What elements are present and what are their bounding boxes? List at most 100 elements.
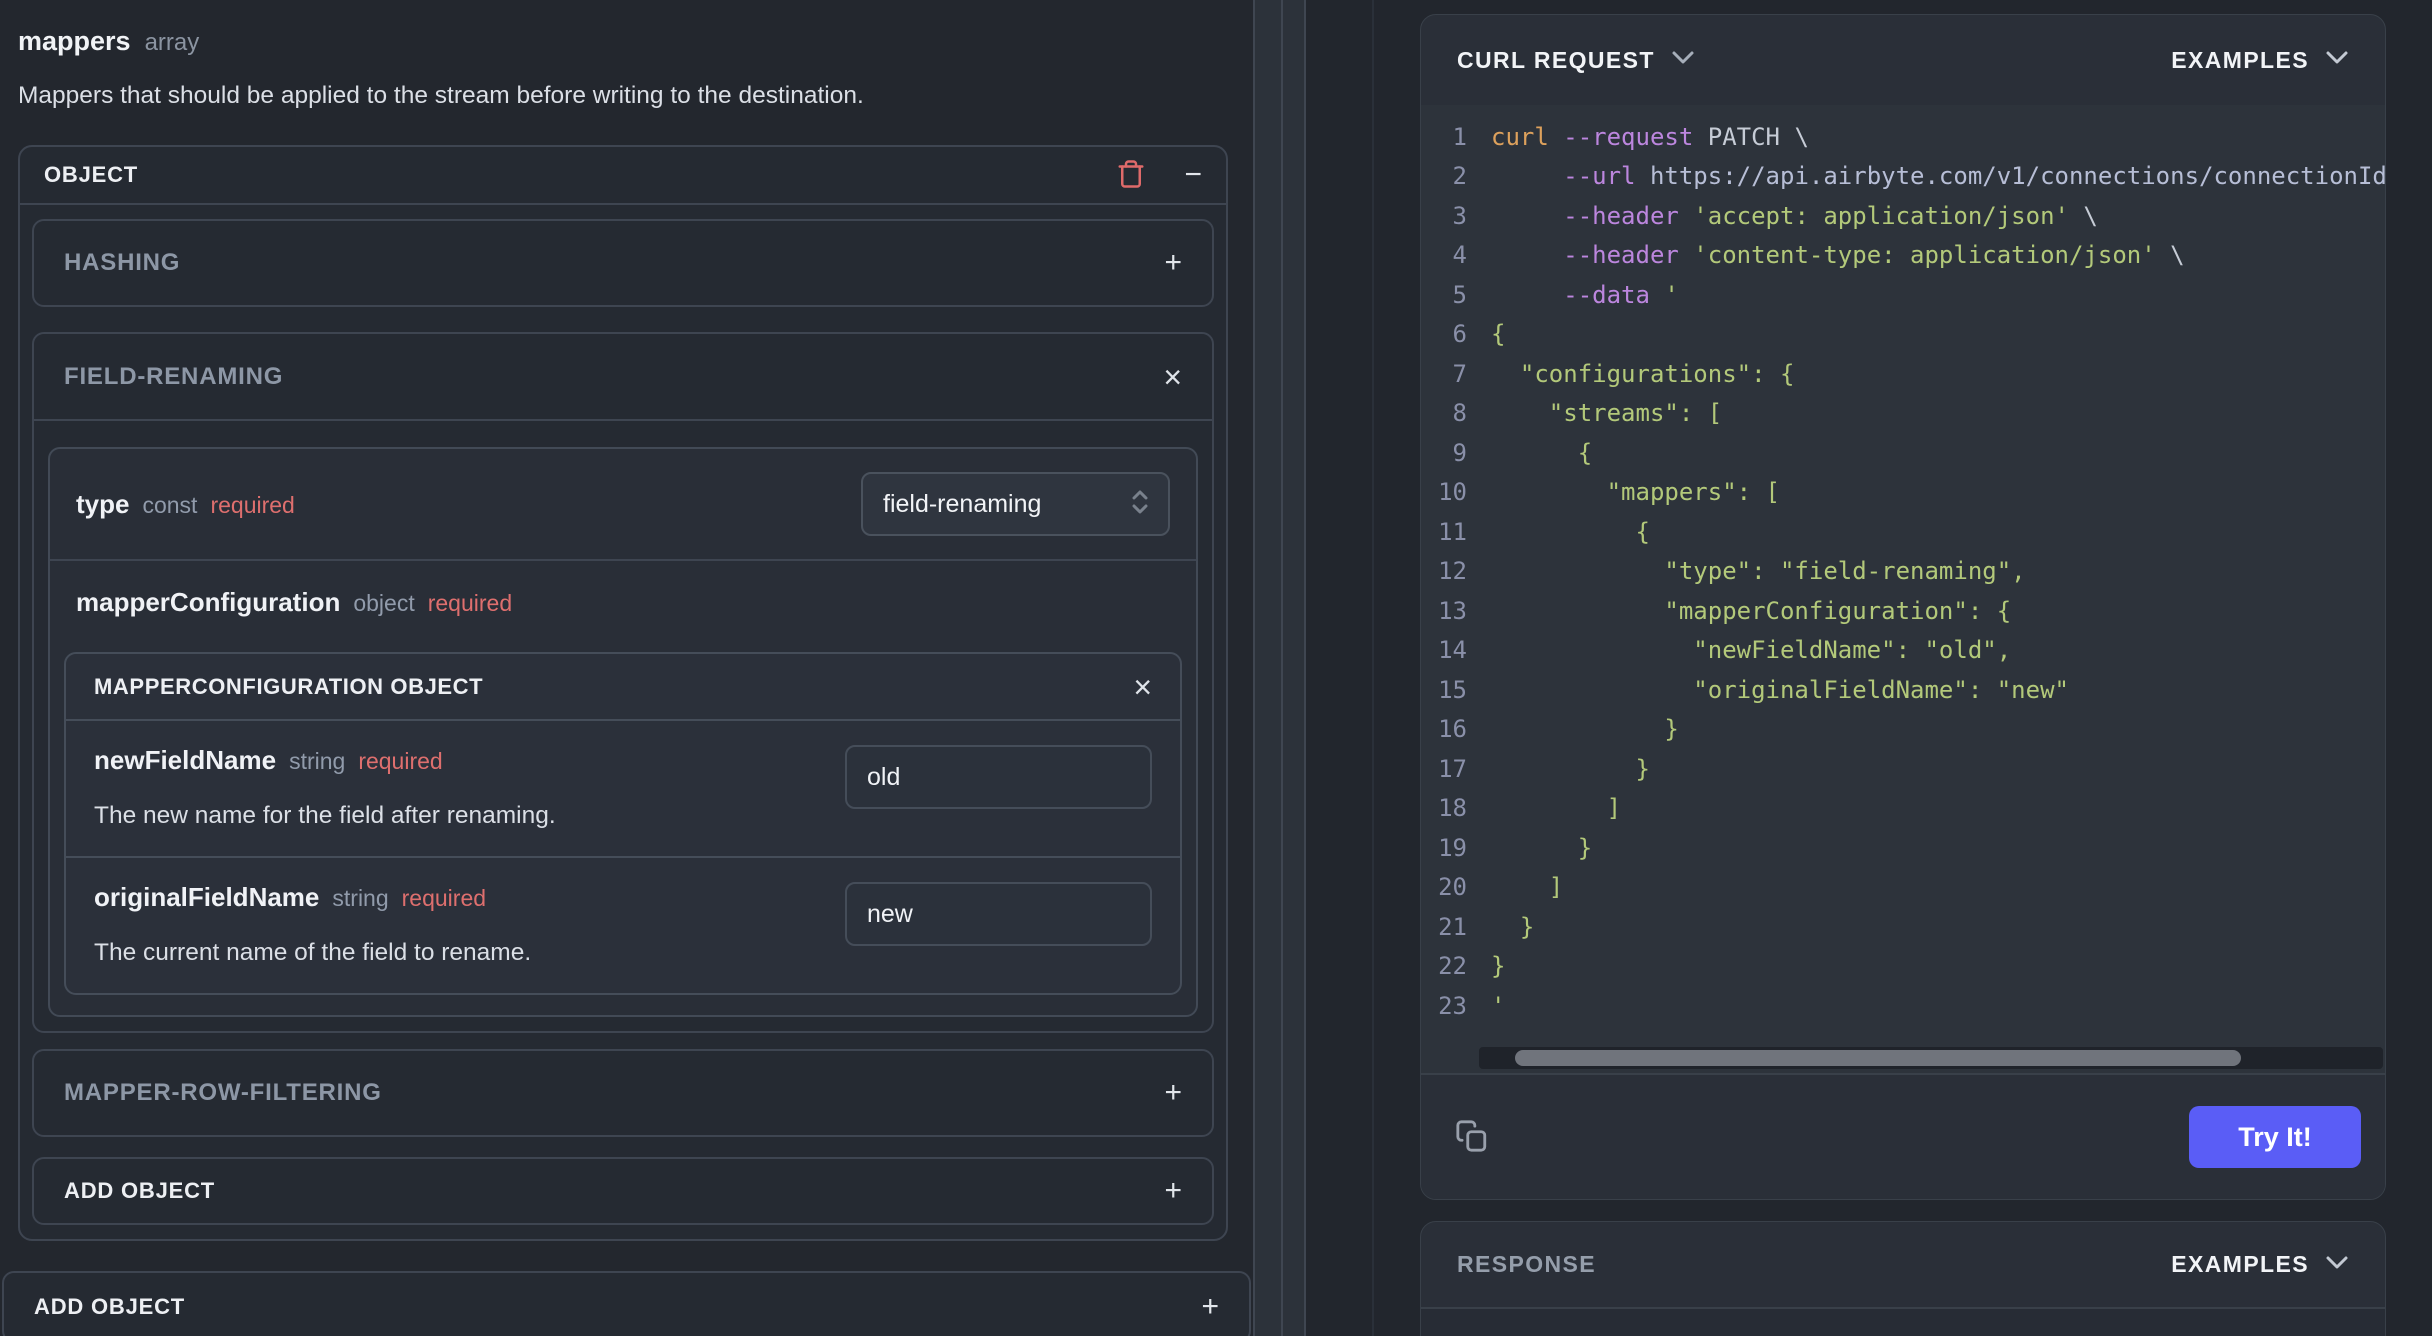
code-line: 23 '	[1421, 986, 2385, 1026]
mapper-configuration-fields: newFieldName string required The new name f…	[66, 721, 1180, 993]
schema-field-info: originalFieldName string required The curre…	[94, 882, 845, 967]
object-card: OBJECT − HASHING + FIELD-RENAMING × type…	[18, 145, 1228, 1241]
mapper-configuration-object-header: MAPPERCONFIGURATION OBJECT ×	[66, 654, 1180, 721]
code-line: 19 }	[1421, 828, 2385, 868]
object-card-body: HASHING + FIELD-RENAMING × type const re…	[20, 205, 1226, 1239]
section-mapper-row-filtering[interactable]: MAPPER-ROW-FILTERING +	[32, 1049, 1214, 1137]
code-line: 21 }	[1421, 907, 2385, 947]
add-object-button-outer[interactable]: ADD OBJECT +	[2, 1271, 1251, 1336]
type-select[interactable]: field-renaming	[861, 472, 1170, 536]
field-type-badge: array	[144, 29, 200, 56]
line-number: 14	[1438, 636, 1467, 665]
response-body	[1421, 1309, 2385, 1336]
schema-editor-pane: mappers array Mappers that should be app…	[0, 0, 1253, 1336]
curl-request-title: CURL REQUEST	[1457, 46, 1655, 73]
schema-field-kind: string	[289, 748, 346, 774]
select-chevrons-icon	[1128, 487, 1152, 522]
line-number: 21	[1438, 912, 1467, 941]
code-line: 7 "configurations": {	[1421, 354, 2385, 394]
chevron-down-icon	[2325, 50, 2349, 70]
type-field-required: required	[210, 491, 295, 518]
schema-field-info: newFieldName string required The new name f…	[94, 745, 845, 830]
response-header: RESPONSE EXAMPLES	[1421, 1222, 2385, 1309]
field-heading: mappers array	[18, 26, 1228, 57]
delete-object-button[interactable]	[1116, 158, 1146, 193]
code-line: 8 "streams": [	[1421, 394, 2385, 434]
horizontal-scrollbar	[1479, 1047, 2383, 1069]
originalFieldName-input[interactable]	[845, 882, 1152, 946]
line-number: 2	[1452, 162, 1467, 191]
code-line: 17 }	[1421, 749, 2385, 789]
close-icon[interactable]: ×	[1163, 361, 1182, 393]
line-number: 5	[1452, 280, 1467, 309]
mapper-configuration-row: mapperConfiguration object required	[50, 561, 1196, 618]
section-hashing[interactable]: HASHING +	[32, 219, 1214, 307]
language-selector[interactable]: CURL REQUEST	[1457, 47, 1695, 74]
line-number: 8	[1452, 399, 1467, 428]
code-line: 5 --data '	[1421, 275, 2385, 315]
type-field-row: type const required field-renaming	[50, 449, 1196, 561]
plus-icon[interactable]: +	[1164, 1176, 1182, 1206]
add-object-outer-label: ADD OBJECT	[34, 1294, 186, 1319]
schema-field-name: newFieldName	[94, 745, 277, 775]
schema-field-kind: string	[332, 885, 389, 911]
code-editor[interactable]: 1 curl --request PATCH \ 2 --url https://a…	[1421, 105, 2385, 1073]
response-title: RESPONSE	[1457, 1251, 1597, 1277]
examples-label: EXAMPLES	[2171, 1251, 2309, 1277]
copy-code-button[interactable]	[1455, 1119, 1489, 1156]
code-line: 18 ]	[1421, 789, 2385, 829]
plus-icon[interactable]: +	[1201, 1292, 1219, 1322]
line-number: 6	[1452, 320, 1467, 349]
field-renaming-body: type const required field-renaming mappe…	[34, 421, 1212, 1031]
code-line: 6{	[1421, 315, 2385, 355]
plus-icon[interactable]: +	[1164, 248, 1182, 278]
mapper-configuration-name: mapperConfiguration	[76, 587, 341, 617]
line-number: 16	[1438, 715, 1467, 744]
field-renaming-header[interactable]: FIELD-RENAMING ×	[34, 334, 1212, 421]
request-examples-dropdown[interactable]: EXAMPLES	[2171, 47, 2349, 74]
mapper-configuration-required: required	[427, 590, 513, 616]
line-number: 22	[1438, 952, 1467, 981]
line-number: 12	[1438, 557, 1467, 586]
line-number: 13	[1438, 596, 1467, 625]
schema-field-description: The current name of the field to rename.	[94, 939, 532, 966]
line-number: 3	[1452, 201, 1467, 230]
code-line: 14 "newFieldName": "old",	[1421, 631, 2385, 671]
chevron-down-icon	[2325, 1255, 2349, 1275]
schema-field-row: newFieldName string required The new name f…	[66, 721, 1180, 856]
type-select-value: field-renaming	[883, 489, 1042, 518]
schema-field-required: required	[401, 885, 487, 911]
horizontal-scrollbar-thumb[interactable]	[1515, 1050, 2241, 1066]
column-border-line	[1372, 0, 1374, 1336]
divider-line	[1281, 0, 1283, 1336]
plus-icon[interactable]: +	[1164, 1078, 1182, 1108]
code-line: 22}	[1421, 947, 2385, 987]
code-line: 20 ]	[1421, 868, 2385, 908]
close-icon[interactable]: ×	[1133, 671, 1152, 703]
line-number: 4	[1452, 241, 1467, 270]
mapper-row-filtering-label: MAPPER-ROW-FILTERING	[64, 1079, 382, 1106]
line-number: 11	[1438, 517, 1467, 546]
code-line: 16 }	[1421, 710, 2385, 750]
try-it-button[interactable]: Try It!	[2189, 1106, 2361, 1168]
add-object-inner-label: ADD OBJECT	[64, 1178, 216, 1203]
pane-divider[interactable]	[1253, 0, 1306, 1336]
schema-field-name: originalFieldName	[94, 882, 320, 912]
add-object-button-inner[interactable]: ADD OBJECT +	[32, 1157, 1214, 1225]
line-number: 15	[1438, 675, 1467, 704]
type-field-name: type	[76, 488, 130, 519]
object-card-header: OBJECT −	[20, 147, 1226, 205]
response-examples-dropdown[interactable]: EXAMPLES	[2171, 1251, 2349, 1278]
newFieldName-input[interactable]	[845, 745, 1152, 809]
line-number: 23	[1438, 991, 1467, 1020]
curl-request-footer: Try It!	[1421, 1073, 2385, 1199]
line-number: 19	[1438, 833, 1467, 862]
code-line: 2 --url https://api.airbyte.com/v1/conne…	[1421, 157, 2385, 197]
section-hashing-label: HASHING	[64, 249, 181, 276]
collapse-object-button[interactable]: −	[1184, 160, 1202, 190]
field-renaming-label: FIELD-RENAMING	[64, 362, 284, 390]
chevron-down-icon	[1671, 50, 1695, 70]
line-number: 9	[1452, 438, 1467, 467]
type-field-labels: type const required	[76, 489, 295, 520]
copy-icon	[1455, 1119, 1489, 1156]
